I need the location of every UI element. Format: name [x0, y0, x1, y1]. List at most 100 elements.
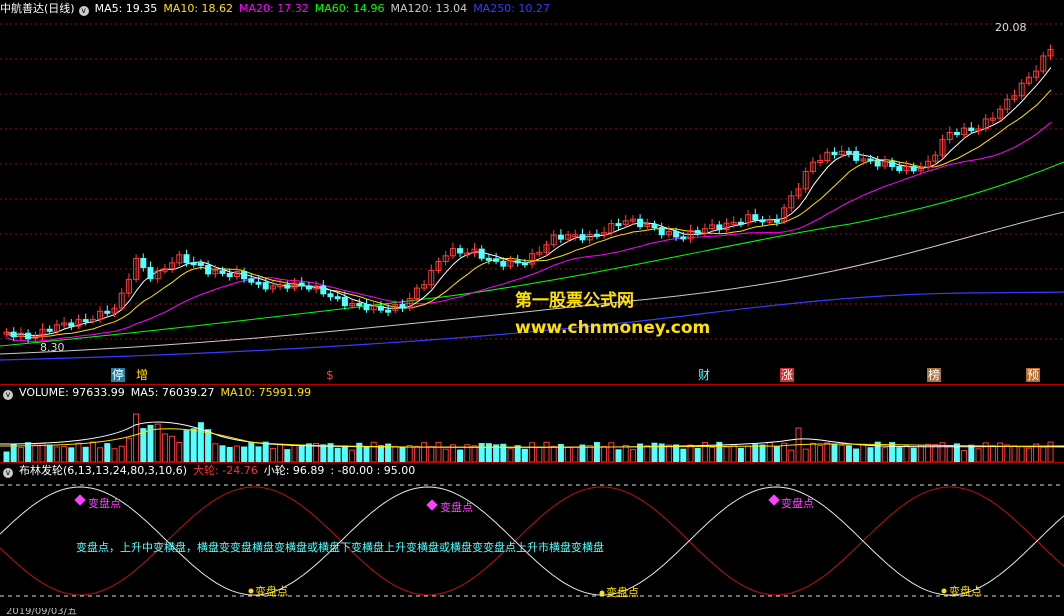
volume-bar	[860, 443, 867, 462]
volume-bar	[622, 444, 629, 462]
volume-bar	[673, 444, 680, 462]
volume-bar	[579, 444, 586, 462]
volume-bar	[97, 447, 104, 462]
candle-body	[896, 166, 903, 172]
volume-ma10-label: MA10: 75991.99	[220, 386, 312, 399]
candle-body	[140, 257, 147, 269]
indicator-settings-icon[interactable]: v	[3, 468, 13, 478]
price-pane[interactable]: 中航善达(日线) v MA5: 19.35 MA10: 18.62 MA20: 17.3…	[0, 0, 1064, 384]
candle-body	[183, 254, 190, 264]
turning-point-dot	[941, 588, 947, 594]
low-price-label: 8.30	[40, 341, 65, 354]
volume-bar	[89, 441, 96, 462]
candle-body	[680, 236, 687, 240]
event-marker-increase[interactable]: 增	[135, 368, 149, 382]
candle-body	[593, 233, 600, 237]
candle-body	[68, 322, 75, 327]
volume-bar	[572, 446, 579, 462]
volume-bar	[421, 442, 428, 462]
candle-body	[752, 214, 759, 221]
volume-bar	[730, 444, 737, 462]
candle-body	[521, 262, 528, 266]
volume-bar	[1040, 446, 1047, 462]
volume-bar	[1018, 446, 1025, 462]
turning-point-label: 变盘点	[949, 585, 982, 598]
volume-bar	[809, 442, 816, 462]
candle-body	[385, 309, 392, 313]
volume-bar	[521, 448, 528, 462]
volume-bar	[277, 443, 284, 462]
volume-bar	[262, 441, 269, 462]
volume-bar	[46, 444, 53, 462]
event-marker-rise[interactable]: 涨	[780, 368, 795, 382]
volume-bar	[737, 447, 744, 462]
candle-body	[759, 219, 766, 223]
volume-bar	[881, 447, 888, 462]
volume-ma10-line	[0, 428, 1064, 448]
candle-body	[46, 328, 53, 332]
candle-body	[478, 248, 485, 259]
small-wheel-label: 小轮: 96.89	[263, 464, 325, 477]
candle-body	[305, 285, 312, 290]
turning-point-dot	[248, 588, 254, 594]
volume-bar	[687, 444, 694, 462]
volume-chart[interactable]	[0, 400, 1064, 462]
volume-bar	[514, 445, 521, 462]
volume-bar	[428, 446, 435, 462]
volume-ma5-label: MA5: 76039.27	[130, 386, 215, 399]
volume-bar	[255, 446, 262, 462]
volume-bar	[586, 445, 593, 462]
candle-body	[831, 151, 838, 156]
candle-body	[190, 262, 197, 266]
volume-bar	[3, 451, 10, 462]
signal-text: 变盘点，上升中变横盘，横盘变变盘横盘变横盘或横盘下变横盘上升变横盘或横盘变变盘点…	[76, 539, 1064, 555]
event-marker-rank[interactable]: 榜	[927, 368, 942, 382]
volume-bar	[831, 443, 838, 462]
volume-pane[interactable]: v VOLUME: 97633.99 MA5: 76039.27 MA10: 7599…	[0, 385, 1064, 462]
volume-bar	[349, 449, 356, 462]
candle-body	[226, 272, 233, 278]
volume-bar	[709, 446, 716, 462]
candle-body	[773, 219, 780, 223]
volume-bar	[694, 447, 701, 462]
volume-bar	[183, 430, 190, 462]
volume-bar	[413, 445, 420, 462]
candle-body	[377, 305, 384, 311]
volume-bar	[291, 444, 298, 462]
volume-bar	[248, 442, 255, 462]
volume-settings-icon[interactable]: v	[3, 390, 13, 400]
date-label: 2019/09/03/五	[6, 608, 78, 616]
volume-bar	[406, 445, 413, 462]
candle-body	[262, 282, 269, 290]
volume-bar	[1025, 447, 1032, 462]
volume-bar	[442, 448, 449, 462]
candle-body	[716, 224, 723, 230]
indicator-pane[interactable]: v 布林发轮(6,13,13,24,80,3,10,6) 大轮: -24.76 小轮:…	[0, 463, 1064, 616]
event-marker-forecast[interactable]: 预	[1026, 368, 1041, 382]
candle-body	[953, 132, 960, 136]
volume-bar	[975, 448, 982, 462]
turning-point-label: 变盘点	[606, 586, 639, 599]
volume-bar	[125, 437, 132, 462]
volume-bar	[608, 442, 615, 462]
event-marker-halt[interactable]: 停	[111, 368, 126, 382]
volume-bar	[457, 449, 464, 462]
event-marker-finance[interactable]: 财	[697, 368, 711, 382]
candle-body	[637, 218, 644, 228]
candle-body	[284, 284, 291, 289]
volume-bar	[219, 445, 226, 462]
volume-bar	[111, 448, 118, 462]
volume-bar	[298, 445, 305, 462]
volume-bar	[233, 445, 240, 462]
candle-body	[82, 319, 89, 323]
candle-body	[457, 248, 464, 254]
candle-body	[493, 258, 500, 262]
turning-point-label: 变盘点	[255, 585, 288, 598]
volume-bar	[615, 449, 622, 462]
volume-bar	[773, 445, 780, 462]
candle-body	[327, 293, 334, 298]
event-marker-dividend[interactable]: $	[325, 368, 335, 382]
watermark-url: www.chnmoney.com	[515, 318, 711, 338]
volume-bar	[824, 442, 831, 462]
volume-bar	[241, 446, 248, 462]
